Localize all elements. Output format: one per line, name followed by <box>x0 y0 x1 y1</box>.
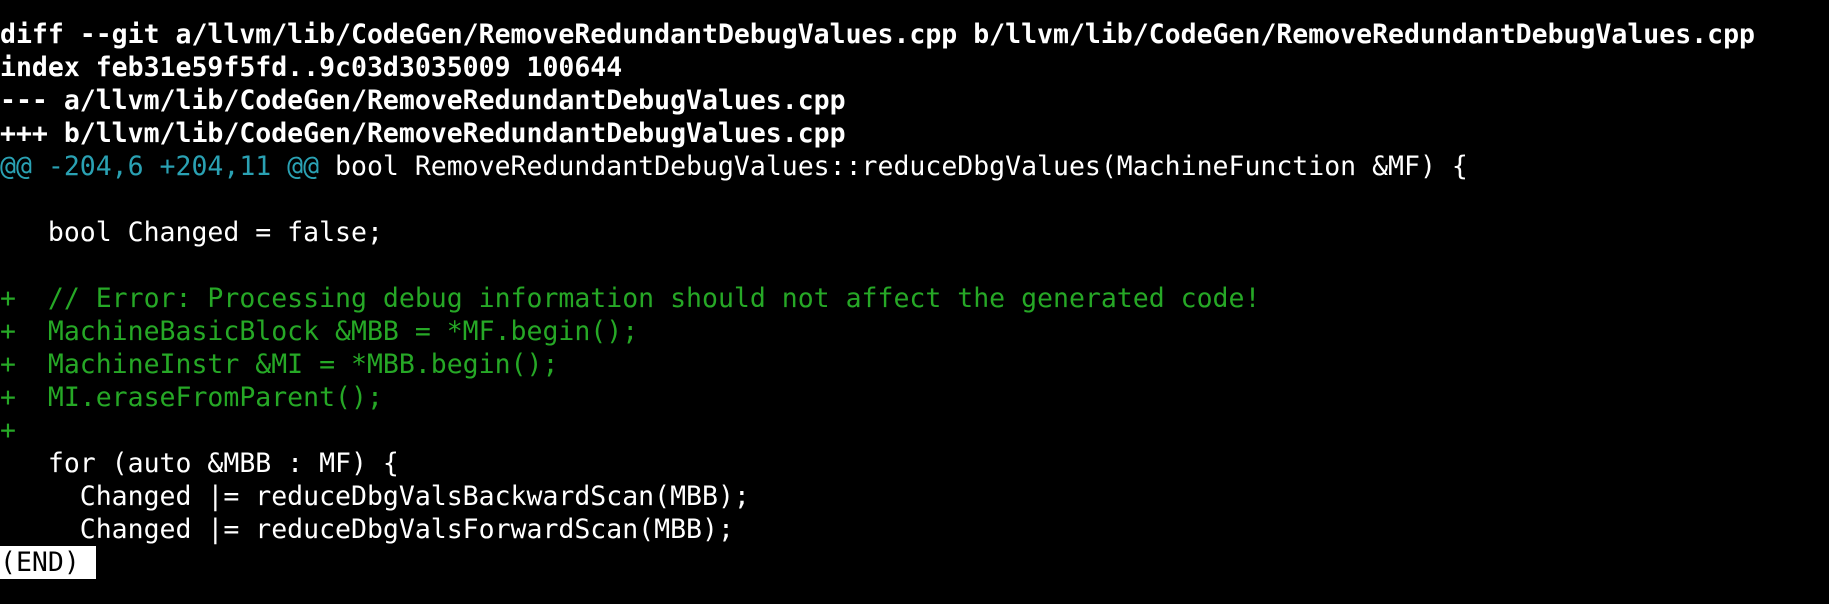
diff-line-context: Changed |= reduceDbgValsBackwardScan(MBB… <box>0 481 750 512</box>
diff-line-added: + <box>0 415 16 446</box>
old-file-line: --- a/llvm/lib/CodeGen/RemoveRedundantDe… <box>0 85 846 116</box>
diff-line-context: for (auto &MBB : MF) { <box>0 448 399 479</box>
pager-end-indicator: (END) <box>0 546 96 579</box>
hunk-header: @@ -204,6 +204,11 @@ bool RemoveRedundan… <box>0 150 1829 183</box>
pager-status-line: (END) <box>0 546 1829 579</box>
hunk-range: @@ -204,6 +204,11 @@ <box>0 151 320 182</box>
diff-line-context: bool Changed = false; <box>0 217 383 248</box>
new-file-line: +++ b/llvm/lib/CodeGen/RemoveRedundantDe… <box>0 118 846 149</box>
diff-line-added: + MachineBasicBlock &MBB = *MF.begin(); <box>0 316 639 347</box>
terminal-window: diff --git a/llvm/lib/CodeGen/RemoveRedu… <box>0 0 1829 604</box>
diff-line-added: + MachineInstr &MI = *MBB.begin(); <box>0 349 559 380</box>
diff-line-context <box>0 249 1829 282</box>
diff-line-added: + // Error: Processing debug information… <box>0 283 1261 314</box>
index-line: index feb31e59f5fd..9c03d3035009 100644 <box>0 52 623 83</box>
diff-line-context <box>0 183 1829 216</box>
diff-line-context: Changed |= reduceDbgValsForwardScan(MBB)… <box>0 514 734 545</box>
hunk-context: bool RemoveRedundantDebugValues::reduceD… <box>319 151 1468 182</box>
diff-line-added: + MI.eraseFromParent(); <box>0 382 383 413</box>
diff-header-line: diff --git a/llvm/lib/CodeGen/RemoveRedu… <box>0 19 1755 50</box>
